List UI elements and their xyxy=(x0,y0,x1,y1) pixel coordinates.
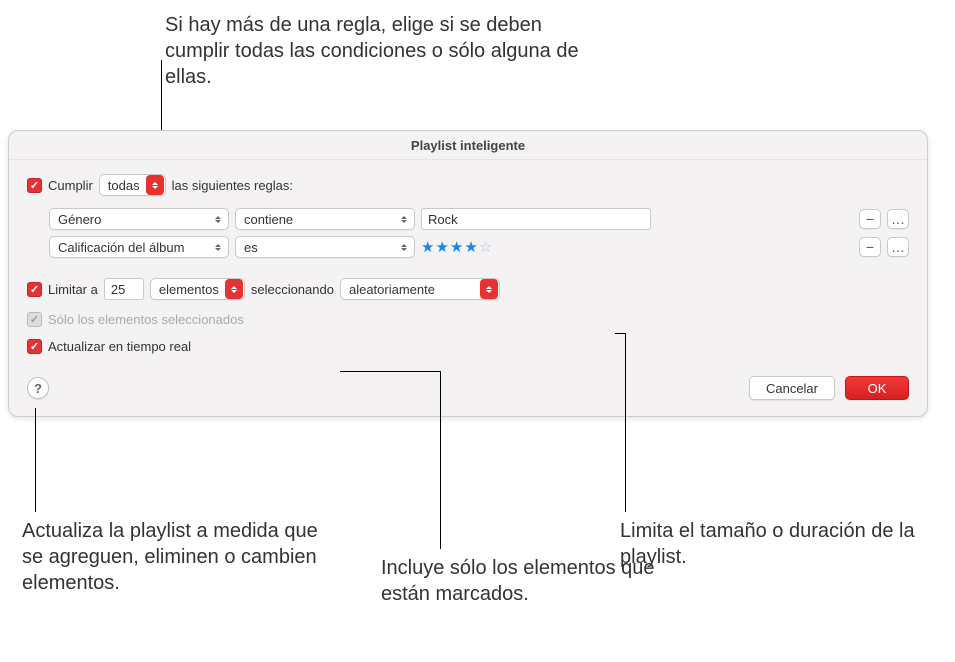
updown-arrows-icon xyxy=(225,279,243,299)
match-mode-value: todas xyxy=(108,178,146,193)
smart-playlist-dialog: Playlist inteligente Cumplir todas las s… xyxy=(8,130,928,417)
dialog-content: Cumplir todas las siguientes reglas: Gén… xyxy=(9,160,927,416)
limit-checkbox[interactable] xyxy=(27,282,42,297)
match-prefix-label: Cumplir xyxy=(48,178,93,193)
limit-count-field[interactable]: 25 xyxy=(104,278,144,300)
remove-rule-button[interactable]: − xyxy=(859,237,881,257)
callout-line xyxy=(615,333,625,334)
dialog-footer: ? Cancelar OK xyxy=(27,376,909,400)
match-checkbox[interactable] xyxy=(27,178,42,193)
rule-row: Calificación del álbum es ★ ★ ★ ★ ☆ − … xyxy=(49,236,909,258)
live-update-label: Actualizar en tiempo real xyxy=(48,339,191,354)
only-checked-checkbox[interactable] xyxy=(27,312,42,327)
rule-operator-value: es xyxy=(244,240,258,255)
only-checked-label: Sólo los elementos seleccionados xyxy=(48,312,244,327)
rule-operator-value: contiene xyxy=(244,212,293,227)
updown-arrows-icon xyxy=(398,216,410,223)
callout-line xyxy=(35,408,36,512)
live-update-checkbox[interactable] xyxy=(27,339,42,354)
cancel-button[interactable]: Cancelar xyxy=(749,376,835,400)
rule-row: Género contiene Rock − … xyxy=(49,208,909,230)
annotation-limit: Limita el tamaño o duración de la playli… xyxy=(620,518,920,570)
star-icon: ★ xyxy=(435,238,448,256)
callout-line xyxy=(625,333,626,512)
dialog-title: Playlist inteligente xyxy=(9,131,927,160)
star-icon: ★ xyxy=(450,238,463,256)
only-checked-row: Sólo los elementos seleccionados xyxy=(27,312,909,327)
ok-button[interactable]: OK xyxy=(845,376,909,400)
limit-row: Limitar a 25 elementos seleccionando ale… xyxy=(27,278,909,300)
updown-arrows-icon xyxy=(146,175,164,195)
remove-rule-button[interactable]: − xyxy=(859,209,881,229)
callout-line xyxy=(440,371,441,549)
rule-value-field[interactable]: Rock xyxy=(421,208,651,230)
rule-more-button[interactable]: … xyxy=(887,209,909,229)
live-update-row: Actualizar en tiempo real xyxy=(27,339,909,354)
rule-field-select[interactable]: Calificación del álbum xyxy=(49,236,229,258)
limit-prefix-label: Limitar a xyxy=(48,282,98,297)
updown-arrows-icon xyxy=(212,216,224,223)
limit-method-value: aleatoriamente xyxy=(349,282,480,297)
rule-operator-select[interactable]: es xyxy=(235,236,415,258)
star-icon: ★ xyxy=(421,238,434,256)
rule-operator-select[interactable]: contiene xyxy=(235,208,415,230)
rating-stars[interactable]: ★ ★ ★ ★ ☆ xyxy=(421,238,492,256)
limit-method-popup[interactable]: aleatoriamente xyxy=(340,278,500,300)
annotation-live-update: Actualiza la playlist a medida que se ag… xyxy=(22,518,322,596)
updown-arrows-icon xyxy=(212,244,224,251)
annotation-only-checked: Incluye sólo los elementos que están mar… xyxy=(381,555,661,607)
limit-unit-popup[interactable]: elementos xyxy=(150,278,245,300)
match-mode-popup[interactable]: todas xyxy=(99,174,166,196)
rule-field-value: Calificación del álbum xyxy=(58,240,184,255)
rule-more-button[interactable]: … xyxy=(887,237,909,257)
limit-unit-value: elementos xyxy=(159,282,225,297)
callout-line xyxy=(340,371,440,372)
updown-arrows-icon xyxy=(398,244,410,251)
annotation-match-mode: Si hay más de una regla, elige si se deb… xyxy=(165,12,585,90)
help-button[interactable]: ? xyxy=(27,377,49,399)
rule-field-value: Género xyxy=(58,212,101,227)
star-icon: ★ xyxy=(464,238,477,256)
star-icon: ☆ xyxy=(479,238,492,256)
updown-arrows-icon xyxy=(480,279,498,299)
match-suffix-label: las siguientes reglas: xyxy=(172,178,293,193)
rule-field-select[interactable]: Género xyxy=(49,208,229,230)
limit-middle-label: seleccionando xyxy=(251,282,334,297)
match-row: Cumplir todas las siguientes reglas: xyxy=(27,174,909,196)
